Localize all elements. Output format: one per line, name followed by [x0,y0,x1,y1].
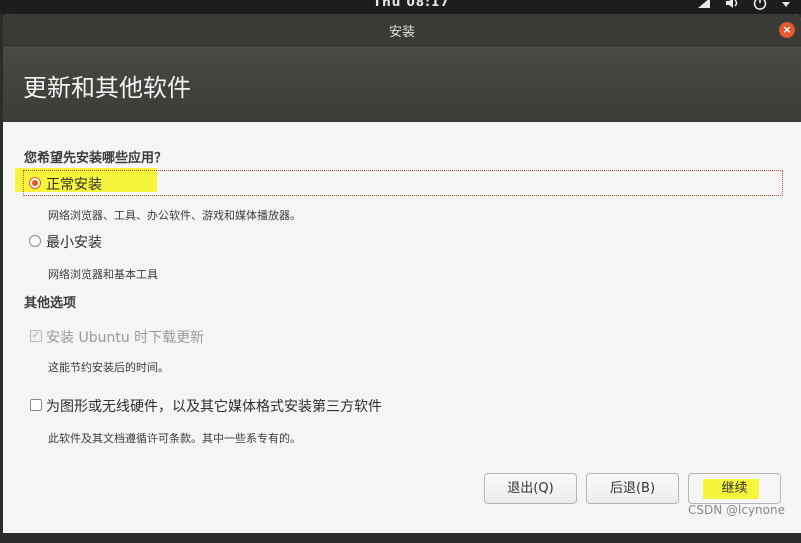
chevron-down-icon[interactable] [781,0,791,12]
network-icon[interactable] [697,0,711,12]
minimal-install-label[interactable]: 最小安装 [46,232,102,252]
main-content: 您希望先安装哪些应用？ 正常安装 网络浏览器、工具、办公软件、游戏和媒体播放器。… [3,122,801,533]
third-party-checkbox[interactable] [30,399,42,411]
power-icon[interactable] [753,0,767,13]
third-party-description: 此软件及其文档遵循许可条款。其中一些系专有的。 [48,432,301,445]
back-button[interactable]: 后退(B) [586,473,679,504]
normal-install-description: 网络浏览器、工具、办公软件、游戏和媒体播放器。 [48,209,301,222]
window-title: 安装 [388,25,415,40]
third-party-label[interactable]: 为图形或无线硬件，以及其它媒体格式安装第三方软件 [46,396,382,416]
watermark: CSDN @lcynone [688,503,785,517]
download-updates-checkbox[interactable]: ✓ [30,330,42,342]
top-panel: Thu 08:17 [0,0,801,14]
download-updates-description: 这能节约安装后的时间。 [48,361,169,374]
page-title: 更新和其他软件 [23,74,191,102]
continue-button[interactable]: 继续 [688,473,781,504]
close-icon[interactable]: × [779,22,795,38]
minimal-install-radio[interactable] [29,235,41,247]
volume-icon[interactable] [725,0,739,12]
download-updates-label[interactable]: 安装 Ubuntu 时下载更新 [46,327,204,347]
normal-install-focus-box[interactable] [23,170,783,196]
installer-window: 安装 × 更新和其他软件 您希望先安装哪些应用？ 正常安装 网络浏览器、工具、办… [3,14,801,533]
apps-question: 您希望先安装哪些应用？ [24,151,168,166]
quit-button[interactable]: 退出(Q) [484,473,577,504]
normal-install-label[interactable]: 正常安装 [46,174,102,194]
minimal-install-description: 网络浏览器和基本工具 [48,268,158,281]
page-header: 更新和其他软件 [3,46,801,122]
normal-install-radio[interactable] [29,177,41,189]
other-options-heading: 其他选项 [24,296,77,311]
system-tray [697,0,791,13]
window-titlebar[interactable]: 安装 × [3,14,801,46]
clock[interactable]: Thu 08:17 [373,0,450,9]
